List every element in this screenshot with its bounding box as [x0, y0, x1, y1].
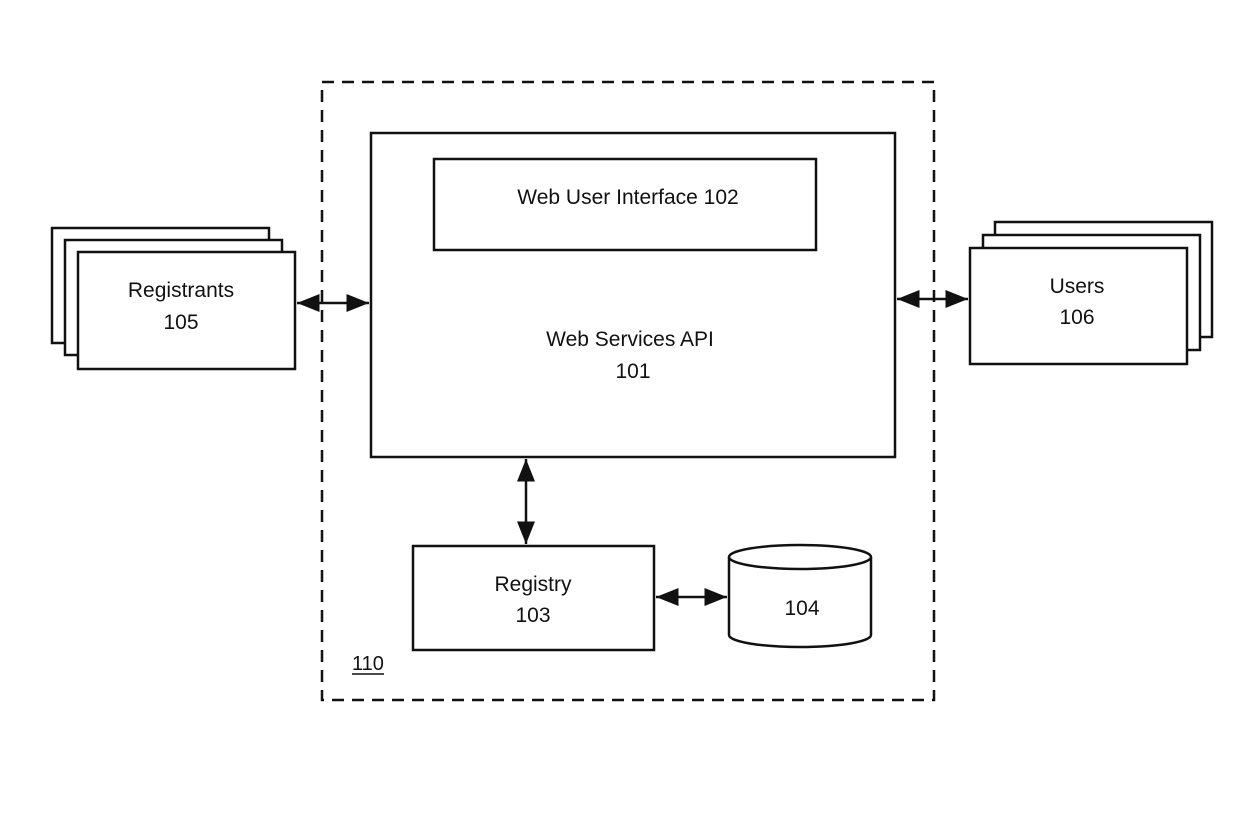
- web-services-api-title: Web Services API: [546, 328, 714, 351]
- web-user-interface-label: Web User Interface 102: [517, 186, 738, 209]
- registry-title: Registry: [494, 573, 572, 596]
- web-user-interface-box[interactable]: Web User Interface 102: [432, 157, 818, 252]
- users-number: 106: [1059, 306, 1094, 329]
- registrants-number: 105: [163, 311, 198, 334]
- system-label: 110: [352, 653, 384, 675]
- registrants-title: Registrants: [128, 279, 234, 302]
- users-stack[interactable]: Users 106: [968, 220, 1214, 366]
- web-services-api-number: 101: [615, 360, 650, 383]
- system-diagram: 110 Web Services API 101 Web User Interf…: [50, 80, 1214, 702]
- database-label: 104: [784, 597, 819, 620]
- database-cylinder[interactable]: 104: [727, 543, 873, 649]
- registrants-stack[interactable]: Registrants 105: [50, 226, 297, 371]
- users-title: Users: [1050, 275, 1105, 298]
- registry-number: 103: [515, 604, 550, 627]
- registry-box[interactable]: Registry 103: [411, 544, 656, 652]
